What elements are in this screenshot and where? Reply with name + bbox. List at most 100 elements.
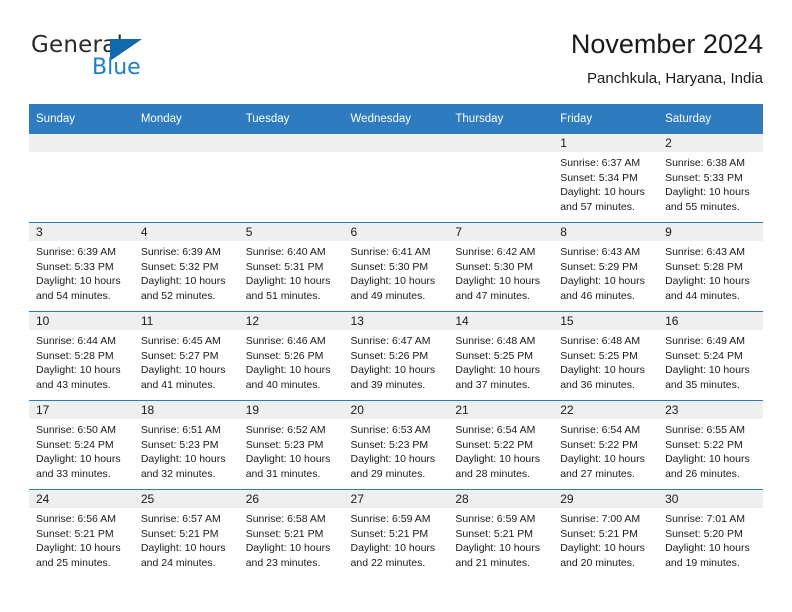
day-details: Sunrise: 6:55 AM Sunset: 5:22 PM Daylight:… xyxy=(658,419,763,481)
calendar-day-cell[interactable]: 22 Sunrise: 6:54 AM Sunset: 5:22 PM Dayligh… xyxy=(553,400,659,490)
day-number: 28 xyxy=(448,490,554,508)
daylight-text: Daylight: 10 hours and 28 minutes. xyxy=(455,453,541,480)
sunrise-text: Sunrise: 6:56 AM xyxy=(36,513,116,525)
sunrise-text: Sunrise: 6:51 AM xyxy=(140,424,221,436)
sunset-text: Sunset: 5:31 PM xyxy=(245,260,324,273)
calendar-day-cell[interactable]: 30 Sunrise: 7:01 AM Sunset: 5:20 PM Dayligh… xyxy=(658,489,763,578)
sunset-text: Sunset: 5:23 PM xyxy=(245,438,324,451)
sunset-text: Sunset: 5:21 PM xyxy=(455,527,534,540)
sunset-text: Sunset: 5:27 PM xyxy=(140,349,219,362)
day-details: Sunrise: 6:56 AM Sunset: 5:21 PM Daylight:… xyxy=(29,508,134,570)
daylight-text: Daylight: 10 hours and 31 minutes. xyxy=(245,453,331,480)
calendar-day-cell-empty xyxy=(448,133,554,223)
calendar-day-cell-empty xyxy=(29,133,134,223)
calendar-day-cell[interactable]: 24 Sunrise: 6:56 AM Sunset: 5:21 PM Dayligh… xyxy=(29,489,134,578)
calendar-day-cell[interactable]: 12 Sunrise: 6:46 AM Sunset: 5:26 PM Dayligh… xyxy=(238,311,344,401)
calendar-day-cell[interactable]: 10 Sunrise: 6:44 AM Sunset: 5:28 PM Dayligh… xyxy=(29,311,134,401)
calendar-day-cell[interactable]: 18 Sunrise: 6:51 AM Sunset: 5:23 PM Dayligh… xyxy=(133,400,239,490)
day-details: Sunrise: 7:00 AM Sunset: 5:21 PM Daylight:… xyxy=(553,508,658,570)
sunset-text: Sunset: 5:21 PM xyxy=(350,527,429,540)
sunset-text: Sunset: 5:25 PM xyxy=(455,349,534,362)
calendar-day-cell[interactable]: 26 Sunrise: 6:58 AM Sunset: 5:21 PM Dayligh… xyxy=(238,489,344,578)
day-number: 19 xyxy=(238,401,344,419)
calendar-day-cell[interactable]: 19 Sunrise: 6:52 AM Sunset: 5:23 PM Dayligh… xyxy=(238,400,344,490)
sunset-text: Sunset: 5:34 PM xyxy=(560,171,638,184)
calendar-day-cell[interactable]: 3 Sunrise: 6:39 AM Sunset: 5:33 PM Daylight… xyxy=(29,222,134,312)
daylight-text: Daylight: 10 hours and 23 minutes. xyxy=(245,542,331,569)
calendar-day-cell[interactable]: 15 Sunrise: 6:48 AM Sunset: 5:25 PM Dayligh… xyxy=(553,311,659,401)
sunset-text: Sunset: 5:22 PM xyxy=(665,438,743,451)
calendar-day-cell[interactable]: 2 Sunrise: 6:38 AM Sunset: 5:33 PM Daylight… xyxy=(658,133,763,223)
calendar-day-cell[interactable]: 1 Sunrise: 6:37 AM Sunset: 5:34 PM Daylight… xyxy=(553,133,659,223)
day-number: 20 xyxy=(343,401,449,419)
calendar-day-cell[interactable]: 11 Sunrise: 6:45 AM Sunset: 5:27 PM Dayligh… xyxy=(133,311,239,401)
calendar-day-cell[interactable]: 23 Sunrise: 6:55 AM Sunset: 5:22 PM Dayligh… xyxy=(658,400,763,490)
calendar-day-cell[interactable]: 6 Sunrise: 6:41 AM Sunset: 5:30 PM Daylight… xyxy=(343,222,449,312)
daylight-text: Daylight: 10 hours and 36 minutes. xyxy=(560,364,645,391)
calendar-week-row: 3 Sunrise: 6:39 AM Sunset: 5:33 PM Daylight… xyxy=(29,222,763,312)
page-subtitle: Panchkula, Haryana, India xyxy=(587,70,763,87)
day-details: Sunrise: 6:47 AM Sunset: 5:26 PM Daylight:… xyxy=(344,330,449,392)
sunset-text: Sunset: 5:30 PM xyxy=(350,260,429,273)
sunrise-text: Sunrise: 6:40 AM xyxy=(245,246,326,258)
calendar-day-cell[interactable]: 17 Sunrise: 6:50 AM Sunset: 5:24 PM Dayligh… xyxy=(29,400,134,490)
sunrise-text: Sunrise: 6:55 AM xyxy=(665,424,746,436)
calendar-day-cell[interactable]: 9 Sunrise: 6:43 AM Sunset: 5:28 PM Daylight… xyxy=(658,222,763,312)
calendar-day-cell[interactable]: 14 Sunrise: 6:48 AM Sunset: 5:25 PM Dayligh… xyxy=(448,311,554,401)
calendar-day-cell[interactable]: 29 Sunrise: 7:00 AM Sunset: 5:21 PM Dayligh… xyxy=(553,489,659,578)
sunrise-text: Sunrise: 6:46 AM xyxy=(245,335,326,347)
sunset-text: Sunset: 5:28 PM xyxy=(665,260,743,273)
day-number: 23 xyxy=(658,401,763,419)
day-number xyxy=(238,134,344,152)
daylight-text: Daylight: 10 hours and 47 minutes. xyxy=(455,275,541,302)
day-details: Sunrise: 6:54 AM Sunset: 5:22 PM Daylight:… xyxy=(553,419,658,481)
day-number: 17 xyxy=(29,401,134,419)
daylight-text: Daylight: 10 hours and 41 minutes. xyxy=(140,364,226,391)
weekday-header-monday: Monday xyxy=(133,104,239,134)
day-details: Sunrise: 6:50 AM Sunset: 5:24 PM Daylight:… xyxy=(29,419,134,481)
general-blue-logo[interactable]: General Blue xyxy=(31,32,171,88)
sunrise-text: Sunrise: 6:48 AM xyxy=(455,335,536,347)
day-number: 9 xyxy=(658,223,763,241)
calendar-day-cell[interactable]: 20 Sunrise: 6:53 AM Sunset: 5:23 PM Dayligh… xyxy=(343,400,449,490)
day-number: 22 xyxy=(553,401,659,419)
calendar-day-cell[interactable]: 7 Sunrise: 6:42 AM Sunset: 5:30 PM Daylight… xyxy=(448,222,554,312)
weekday-header-sunday: Sunday xyxy=(29,104,134,134)
daylight-text: Daylight: 10 hours and 55 minutes. xyxy=(665,186,750,213)
calendar-day-cell[interactable]: 25 Sunrise: 6:57 AM Sunset: 5:21 PM Dayligh… xyxy=(133,489,239,578)
sunrise-text: Sunrise: 6:52 AM xyxy=(245,424,326,436)
calendar-day-cell[interactable]: 13 Sunrise: 6:47 AM Sunset: 5:26 PM Dayligh… xyxy=(343,311,449,401)
day-number: 8 xyxy=(553,223,659,241)
sunrise-text: Sunrise: 6:57 AM xyxy=(140,513,221,525)
calendar-day-cell[interactable]: 5 Sunrise: 6:40 AM Sunset: 5:31 PM Daylight… xyxy=(238,222,344,312)
sunrise-text: Sunrise: 6:53 AM xyxy=(350,424,431,436)
day-details: Sunrise: 6:46 AM Sunset: 5:26 PM Daylight:… xyxy=(239,330,344,392)
calendar-day-cell[interactable]: 27 Sunrise: 6:59 AM Sunset: 5:21 PM Dayligh… xyxy=(343,489,449,578)
day-number xyxy=(29,134,134,152)
day-number: 13 xyxy=(343,312,449,330)
sunrise-text: Sunrise: 6:39 AM xyxy=(140,246,221,258)
calendar-day-cell[interactable]: 8 Sunrise: 6:43 AM Sunset: 5:29 PM Daylight… xyxy=(553,222,659,312)
daylight-text: Daylight: 10 hours and 25 minutes. xyxy=(36,542,121,569)
day-number: 11 xyxy=(133,312,239,330)
daylight-text: Daylight: 10 hours and 51 minutes. xyxy=(245,275,331,302)
logo-text-blue: Blue xyxy=(92,55,141,80)
daylight-text: Daylight: 10 hours and 52 minutes. xyxy=(140,275,226,302)
daylight-text: Daylight: 10 hours and 57 minutes. xyxy=(560,186,645,213)
calendar-day-cell-empty xyxy=(133,133,239,223)
daylight-text: Daylight: 10 hours and 46 minutes. xyxy=(560,275,645,302)
sunset-text: Sunset: 5:24 PM xyxy=(36,438,114,451)
day-details: Sunrise: 6:38 AM Sunset: 5:33 PM Daylight:… xyxy=(658,152,763,214)
calendar-day-cell[interactable]: 28 Sunrise: 6:59 AM Sunset: 5:21 PM Dayligh… xyxy=(448,489,554,578)
day-details: Sunrise: 6:48 AM Sunset: 5:25 PM Daylight:… xyxy=(448,330,553,392)
calendar-day-cell-empty xyxy=(343,133,449,223)
day-details: Sunrise: 6:48 AM Sunset: 5:25 PM Daylight:… xyxy=(553,330,658,392)
day-number: 18 xyxy=(133,401,239,419)
day-number: 15 xyxy=(553,312,659,330)
calendar-day-cell[interactable]: 16 Sunrise: 6:49 AM Sunset: 5:24 PM Dayligh… xyxy=(658,311,763,401)
calendar-page: General Blue November 2024 Panchkula, Ha… xyxy=(0,0,792,612)
calendar-day-cell[interactable]: 4 Sunrise: 6:39 AM Sunset: 5:32 PM Daylight… xyxy=(133,222,239,312)
day-details: Sunrise: 6:37 AM Sunset: 5:34 PM Daylight:… xyxy=(553,152,658,214)
day-details: Sunrise: 6:41 AM Sunset: 5:30 PM Daylight:… xyxy=(344,241,449,303)
calendar-day-cell[interactable]: 21 Sunrise: 6:54 AM Sunset: 5:22 PM Dayligh… xyxy=(448,400,554,490)
